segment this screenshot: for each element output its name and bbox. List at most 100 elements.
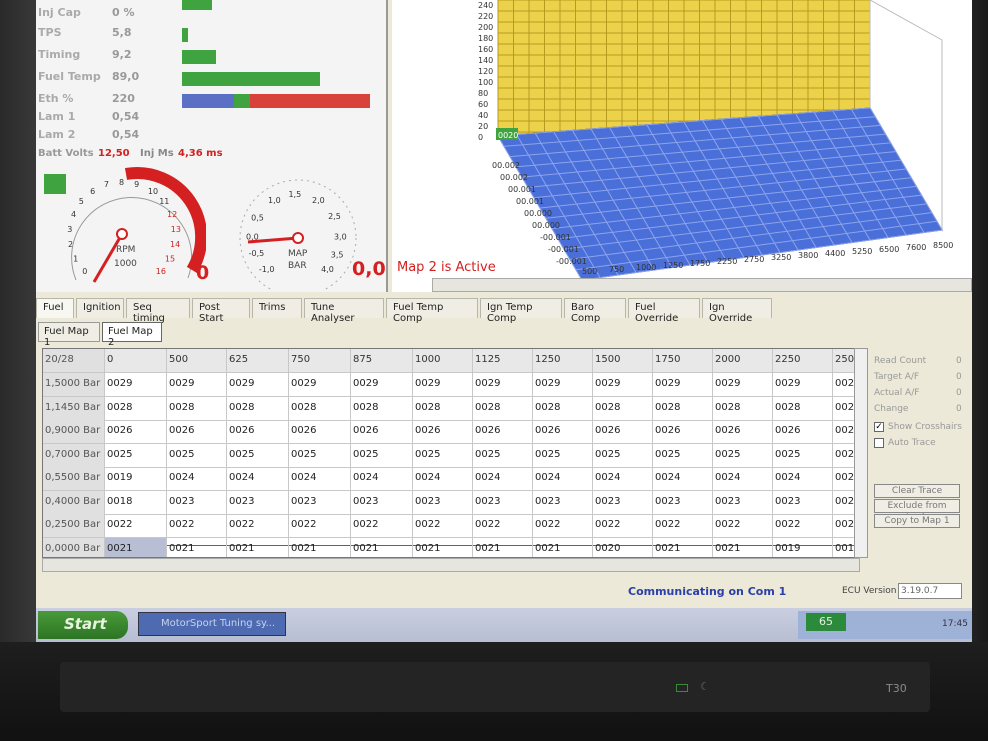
table-corner[interactable]: 20/28: [43, 349, 105, 373]
row-header[interactable]: 0,9000 Bar: [43, 420, 105, 444]
table-cell[interactable]: 0029: [413, 373, 473, 397]
table-cell[interactable]: 0029: [653, 373, 713, 397]
table-cell[interactable]: 0021: [713, 537, 773, 557]
table-cell[interactable]: 0025: [351, 443, 413, 468]
clear-trace-button[interactable]: Clear Trace: [874, 484, 960, 498]
table-cell[interactable]: 0024: [351, 467, 413, 491]
subtab-fuel-map-1[interactable]: Fuel Map 1: [38, 322, 100, 348]
tab-ignition[interactable]: Ignition: [76, 298, 124, 318]
tab-seq-timing[interactable]: Seq timing: [126, 298, 190, 324]
table-cell[interactable]: 0028: [227, 396, 289, 421]
table-cell[interactable]: 0024: [773, 467, 833, 491]
table-cell[interactable]: 0023: [289, 490, 351, 515]
table-cell[interactable]: 0024: [289, 467, 351, 491]
tray-indicator[interactable]: 65: [806, 613, 846, 631]
table-cell[interactable]: 0021: [167, 537, 227, 557]
table-cell[interactable]: 0028: [713, 396, 773, 421]
table-cell[interactable]: 0025: [593, 443, 653, 468]
table-cell[interactable]: 0021: [413, 537, 473, 557]
table-cell[interactable]: 0025: [413, 443, 473, 468]
table-cell[interactable]: 0029: [473, 373, 533, 397]
row-header[interactable]: 0,2500 Bar: [43, 514, 105, 538]
table-cell[interactable]: 0021: [533, 537, 593, 557]
taskbar-item-motorsport[interactable]: MotorSport Tuning sy...: [138, 612, 286, 636]
tab-fuel[interactable]: Fuel: [36, 298, 74, 318]
tab-trims[interactable]: Trims: [252, 298, 302, 318]
table-cell[interactable]: 0029: [713, 373, 773, 397]
table-cell[interactable]: 0021: [351, 537, 413, 557]
table-cell[interactable]: 0023: [413, 490, 473, 515]
table-cell[interactable]: 0024: [167, 467, 227, 491]
table-cell[interactable]: 0028: [105, 396, 167, 421]
row-header[interactable]: 0,5500 Bar: [43, 467, 105, 491]
table-cell[interactable]: 0026: [773, 420, 833, 444]
table-cell[interactable]: 0026: [593, 420, 653, 444]
table-hscroll[interactable]: [42, 558, 860, 572]
table-cell[interactable]: 0018: [105, 490, 167, 515]
table-cell[interactable]: 0023: [227, 490, 289, 515]
table-cell[interactable]: 0028: [653, 396, 713, 421]
table-vscroll[interactable]: [854, 348, 868, 558]
table-cell[interactable]: 0022: [653, 514, 713, 538]
column-header[interactable]: 1125: [473, 349, 533, 373]
table-cell[interactable]: 0019: [105, 467, 167, 491]
table-cell[interactable]: 0023: [773, 490, 833, 515]
table-cell[interactable]: 0022: [413, 514, 473, 538]
fuel-map-3d-graph[interactable]: 0020 240 220 200 180 160 140 120 100 80 60 40 20 0 00…: [392, 0, 972, 292]
row-header[interactable]: 0,4000 Bar: [43, 490, 105, 515]
table-cell[interactable]: 0025: [533, 443, 593, 468]
column-header[interactable]: 1250: [533, 349, 593, 373]
surface-plot[interactable]: 0020 24022020018016014012010080604020000…: [392, 0, 972, 292]
table-cell[interactable]: 0024: [713, 467, 773, 491]
table-cell[interactable]: 0025: [713, 443, 773, 468]
table-cell[interactable]: 0021: [105, 537, 167, 557]
row-header[interactable]: 1,5000 Bar: [43, 373, 105, 397]
table-cell[interactable]: 0028: [167, 396, 227, 421]
column-header[interactable]: 875: [351, 349, 413, 373]
table-cell[interactable]: 0028: [593, 396, 653, 421]
table-cell[interactable]: 0022: [105, 514, 167, 538]
table-cell[interactable]: 0026: [653, 420, 713, 444]
tab-ign-temp-comp[interactable]: Ign Temp Comp: [480, 298, 562, 324]
table-cell[interactable]: 0022: [289, 514, 351, 538]
tab-post-start[interactable]: Post Start: [192, 298, 250, 324]
table-cell[interactable]: 0029: [167, 373, 227, 397]
column-header[interactable]: 625: [227, 349, 289, 373]
show-crosshairs-checkbox[interactable]: ✓: [874, 422, 884, 432]
table-cell[interactable]: 0023: [653, 490, 713, 515]
table-cell[interactable]: 0025: [105, 443, 167, 468]
column-header[interactable]: 1500: [593, 349, 653, 373]
graph-scrollbar[interactable]: [432, 278, 972, 292]
start-button[interactable]: Start: [38, 611, 128, 639]
table-cell[interactable]: 0023: [351, 490, 413, 515]
column-header[interactable]: 500: [167, 349, 227, 373]
tab-baro-comp[interactable]: Baro Comp: [564, 298, 626, 324]
table-cell[interactable]: 0028: [351, 396, 413, 421]
table-cell[interactable]: 0025: [227, 443, 289, 468]
table-cell[interactable]: 0029: [773, 373, 833, 397]
copy-map-button[interactable]: Copy to Map 1: [874, 514, 960, 528]
row-header[interactable]: 0,0000 Bar: [43, 537, 105, 557]
column-header[interactable]: 0: [105, 349, 167, 373]
subtab-fuel-map-2[interactable]: Fuel Map 2: [102, 322, 162, 348]
table-cell[interactable]: 0026: [713, 420, 773, 444]
fuel-table[interactable]: 20/28 0 500 625 750 875 1000 1125 1250 1500 1750 20…: [42, 348, 860, 558]
table-cell[interactable]: 0020: [593, 537, 653, 557]
table-cell[interactable]: 0026: [413, 420, 473, 444]
table-cell[interactable]: 0028: [473, 396, 533, 421]
column-header[interactable]: 1000: [413, 349, 473, 373]
table-cell[interactable]: 0024: [413, 467, 473, 491]
table-cell[interactable]: 0024: [227, 467, 289, 491]
table-cell[interactable]: 0029: [593, 373, 653, 397]
table-cell[interactable]: 0021: [289, 537, 351, 557]
table-cell[interactable]: 0029: [533, 373, 593, 397]
column-header[interactable]: 1750: [653, 349, 713, 373]
table-cell[interactable]: 0022: [473, 514, 533, 538]
table-cell[interactable]: 0021: [473, 537, 533, 557]
table-cell[interactable]: 0022: [773, 514, 833, 538]
table-cell[interactable]: 0019: [773, 537, 833, 557]
table-cell[interactable]: 0023: [593, 490, 653, 515]
tab-fuel-temp-comp[interactable]: Fuel Temp Comp: [386, 298, 478, 324]
row-header[interactable]: 1,1450 Bar: [43, 396, 105, 421]
table-cell[interactable]: 0028: [773, 396, 833, 421]
